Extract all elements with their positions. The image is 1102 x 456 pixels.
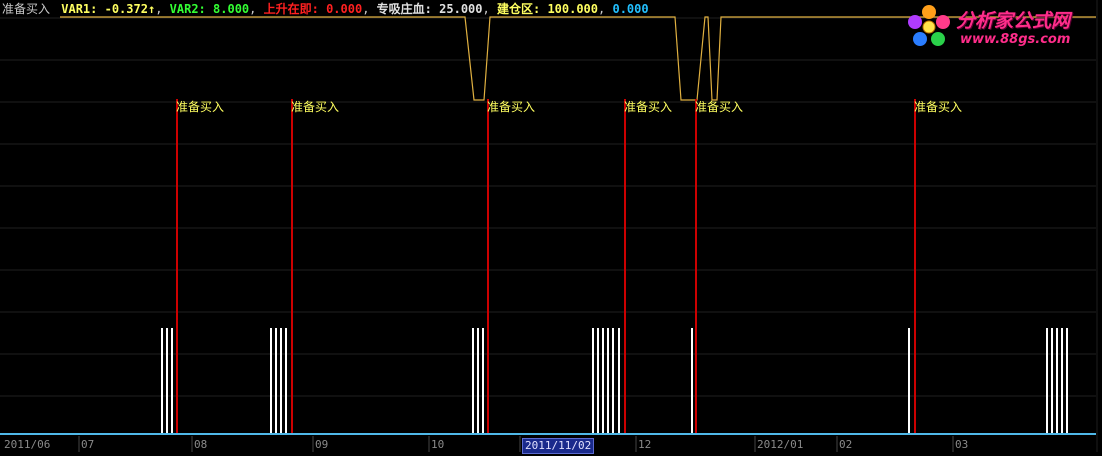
x-axis-label: 2011/06 [4,438,51,451]
var1-label: VAR1: [61,2,98,16]
volume-bar [171,328,173,434]
volume-bar [161,328,163,434]
volume-bar [1056,328,1058,434]
volume-bar [166,328,168,434]
indicator-legend: 准备买入 VAR1: -0.372↑, VAR2: 8.000, 上升在即: 0… [2,2,649,16]
rise-value: 0.000 [326,2,363,16]
volume-bar [285,328,287,434]
flower-logo-icon [908,5,950,46]
volume-bar [275,328,277,434]
x-axis-label: 08 [194,438,208,451]
var2-label: VAR2: [169,2,206,16]
volume-bar [691,328,693,434]
legend-title: 准备买入 [2,2,51,16]
x-axis-label: 02 [839,438,853,451]
volume-bar [280,328,282,434]
buy-signal-label: 准备买入 [487,100,535,114]
indicator-chart-canvas: 准备买入 准备买入 准备买入 准备买入 准备买入 准备买入 [0,0,1098,452]
volume-bar [597,328,599,434]
suck-value: 25.000 [439,2,483,16]
volume-bar [618,328,620,434]
grid-lines [0,17,1096,452]
volume-bar [1046,328,1048,434]
x-axis-label: 03 [955,438,969,451]
volume-bars [161,328,1068,434]
buy-signals: 准备买入 准备买入 准备买入 准备买入 准备买入 准备买入 [176,99,962,434]
volume-bar [1061,328,1063,434]
buy-signal-label: 准备买入 [291,100,339,114]
volume-bar [592,328,594,434]
volume-bar [1066,328,1068,434]
volume-bar [482,328,484,434]
volume-bar [477,328,479,434]
buy-signal-label: 准备买入 [914,100,962,114]
build-label: 建仓区: [496,2,541,16]
volume-bar [908,328,910,434]
suck-label: 专吸庄血: [376,2,432,16]
buy-signal-label: 准备买入 [624,100,672,114]
extra-value: 0.000 [612,2,649,16]
site-logo: 分析家公式网 www.88gs.com [904,2,1094,54]
volume-bar [607,328,609,434]
x-axis-label: 12 [638,438,652,451]
volume-bar [602,328,604,434]
volume-bar [472,328,474,434]
build-value: 100.000 [547,2,599,16]
buy-signal-label: 准备买入 [695,100,743,114]
x-axis-label: 09 [315,438,329,451]
volume-bar [270,328,272,434]
volume-bar [612,328,614,434]
buy-signal-label: 准备买入 [176,100,224,114]
var2-value: 8.000 [213,2,250,16]
indicator-chart[interactable]: 准备买入 准备买入 准备买入 准备买入 准备买入 准备买入 [0,0,1102,452]
volume-bar [1051,328,1053,434]
rise-label: 上升在即: [263,2,319,16]
var1-value: -0.372↑ [104,2,156,16]
x-axis-label: 2012/01 [757,438,804,451]
logo-url: www.88gs.com [960,32,1071,47]
x-axis-label: 10 [431,438,445,451]
x-axis-label: 07 [81,438,95,451]
logo-title: 分析家公式网 [956,10,1071,32]
